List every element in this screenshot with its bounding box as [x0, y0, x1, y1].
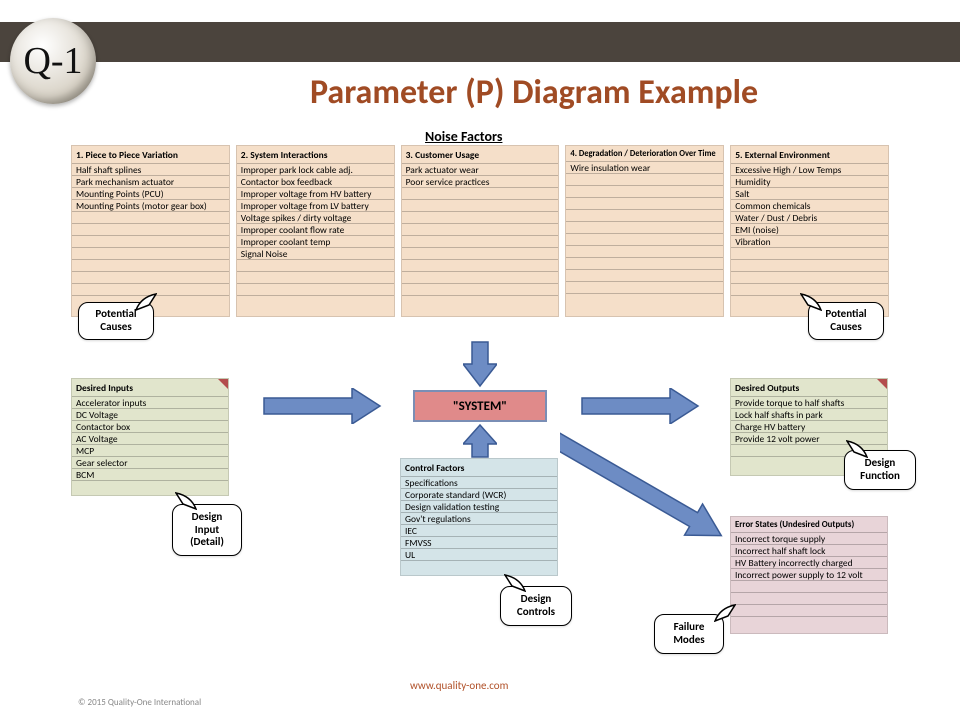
- list-item: FMVSS: [401, 537, 557, 549]
- arrow-up-icon: [463, 424, 497, 458]
- list-item: Humidity: [731, 176, 888, 188]
- noise-panel-header: 3. Customer Usage: [402, 146, 559, 164]
- list-item: Improper coolant temp: [237, 236, 394, 248]
- callout-tail-icon: [800, 293, 822, 311]
- list-item: Improper voltage from HV battery: [237, 188, 394, 200]
- page-title: Parameter (P) Diagram Example: [310, 72, 758, 113]
- list-item: BCM: [72, 469, 228, 481]
- list-item: Improper park lock cable adj.: [237, 164, 394, 176]
- list-item: Contactor box: [72, 421, 228, 433]
- noise-panel-header: 4. Degradation / Deterioration Over Time: [566, 146, 723, 162]
- arrow-diagonal-icon: [560, 420, 760, 540]
- list-item: Salt: [731, 188, 888, 200]
- list-item: Park mechanism actuator: [72, 176, 229, 188]
- noise-factors-row: 1. Piece to Piece Variation Half shaft s…: [71, 145, 889, 317]
- list-item: Contactor box feedback: [237, 176, 394, 188]
- list-item: IEC: [401, 525, 557, 537]
- list-item: Incorrect half shaft lock: [731, 545, 887, 557]
- footer-url: www.quality-one.com: [410, 679, 508, 692]
- callout-tail-icon: [714, 604, 736, 622]
- inputs-header: Desired Inputs: [72, 379, 228, 397]
- arrow-down-icon: [463, 340, 497, 388]
- callout-tail-icon: [135, 293, 157, 311]
- header-bar: [0, 22, 960, 62]
- list-item: Mounting Points (PCU): [72, 188, 229, 200]
- list-item: Gov't regulations: [401, 513, 557, 525]
- list-item: Design validation testing: [401, 501, 557, 513]
- list-item: Improper voltage from LV battery: [237, 200, 394, 212]
- noise-panel-5: 5. External Environment Excessive High /…: [730, 145, 889, 317]
- system-box: "SYSTEM": [413, 390, 547, 422]
- list-item: Mounting Points (motor gear box): [72, 200, 229, 212]
- list-item: Specifications: [401, 477, 557, 489]
- list-item: Improper coolant flow rate: [237, 224, 394, 236]
- list-item: DC Voltage: [72, 409, 228, 421]
- list-item: Half shaft splines: [72, 164, 229, 176]
- callout-design-input: DesignInput(Detail): [172, 504, 242, 556]
- list-item: Common chemicals: [731, 200, 888, 212]
- list-item: Voltage spikes / dirty voltage: [237, 212, 394, 224]
- callout-tail-icon: [175, 492, 197, 510]
- control-header: Control Factors: [401, 459, 557, 477]
- noise-panel-1: 1. Piece to Piece Variation Half shaft s…: [71, 145, 230, 317]
- control-panel: Control Factors Specifications Corporate…: [400, 458, 558, 576]
- list-item: Water / Dust / Debris: [731, 212, 888, 224]
- noise-panel-header: 5. External Environment: [731, 146, 888, 164]
- list-item: Provide torque to half shafts: [731, 397, 887, 409]
- callout-tail-icon: [846, 440, 868, 458]
- list-item: Poor service practices: [402, 176, 559, 188]
- callout-tail-icon: [504, 574, 526, 592]
- callout-design-controls: DesignControls: [500, 586, 572, 626]
- list-item: EMI (noise): [731, 224, 888, 236]
- list-item: Vibration: [731, 236, 888, 248]
- noise-panel-3: 3. Customer Usage Park actuator wear Poo…: [401, 145, 560, 317]
- list-item: Corporate standard (WCR): [401, 489, 557, 501]
- list-item: Incorrect power supply to 12 volt: [731, 569, 887, 581]
- noise-panel-header: 2. System Interactions: [237, 146, 394, 164]
- list-item: Gear selector: [72, 457, 228, 469]
- list-item: AC Voltage: [72, 433, 228, 445]
- inputs-panel: Desired Inputs Accelerator inputs DC Vol…: [71, 378, 229, 496]
- list-item: Excessive High / Low Temps: [731, 164, 888, 176]
- footer-copyright: © 2015 Quality-One International: [78, 697, 201, 708]
- logo: Q-1: [10, 18, 96, 104]
- noise-panel-2: 2. System Interactions Improper park loc…: [236, 145, 395, 317]
- noise-factors-heading: Noise Factors: [425, 128, 502, 145]
- list-item: Accelerator inputs: [72, 397, 228, 409]
- list-item: Wire insulation wear: [566, 162, 723, 174]
- list-item: Park actuator wear: [402, 164, 559, 176]
- outputs-header: Desired Outputs: [731, 379, 887, 397]
- list-item: Signal Noise: [237, 248, 394, 260]
- noise-panel-header: 1. Piece to Piece Variation: [72, 146, 229, 164]
- list-item: UL: [401, 549, 557, 561]
- list-item: HV Battery incorrectly charged: [731, 557, 887, 569]
- list-item: MCP: [72, 445, 228, 457]
- arrow-right-icon: [262, 388, 382, 424]
- noise-panel-4: 4. Degradation / Deterioration Over Time…: [565, 145, 724, 317]
- arrow-right-icon: [580, 388, 700, 424]
